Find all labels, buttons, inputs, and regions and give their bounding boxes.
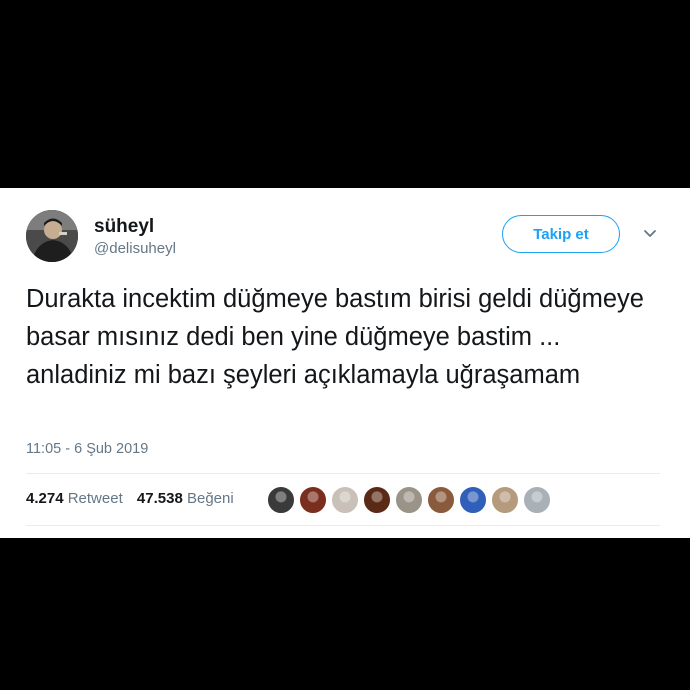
retweet-count: 4.274 <box>26 490 64 507</box>
like-stat[interactable]: 47.538 Beğeni <box>137 490 234 507</box>
display-name[interactable]: süheyl <box>94 216 154 238</box>
like-label: Beğeni <box>186 490 234 507</box>
tweet-timestamp[interactable]: 11:05 - 6 Şub 2019 <box>26 441 148 457</box>
liker-avatar-4[interactable] <box>363 486 391 514</box>
tweet-stats: 4.274 Retweet 47.538 Beğeni <box>26 490 244 507</box>
liker-avatar-8[interactable] <box>491 486 519 514</box>
liker-avatar-5[interactable] <box>395 486 423 514</box>
profile-photo-icon <box>26 210 78 262</box>
liker-avatar-6[interactable] <box>427 486 455 514</box>
liker-avatar-7[interactable] <box>459 486 487 514</box>
liker-avatars <box>267 486 555 514</box>
tweet-card: süheyl @delisuheyl Takip et Durakta ince… <box>0 188 690 538</box>
divider <box>26 473 660 474</box>
chevron-down-icon[interactable] <box>640 226 660 242</box>
user-handle[interactable]: @delisuheyl <box>94 240 176 257</box>
follow-button[interactable]: Takip et <box>502 215 620 253</box>
tweet-text: Durakta incektim düğmeye bastım birisi g… <box>26 285 644 389</box>
retweet-label: Retweet <box>67 490 123 507</box>
liker-avatar-9[interactable] <box>523 486 551 514</box>
retweet-stat[interactable]: 4.274 Retweet <box>26 490 123 507</box>
liker-avatar-3[interactable] <box>331 486 359 514</box>
liker-avatar-1[interactable] <box>267 486 295 514</box>
avatar[interactable] <box>26 210 78 262</box>
like-count: 47.538 <box>136 490 183 507</box>
liker-avatar-2[interactable] <box>299 486 327 514</box>
divider <box>26 525 660 526</box>
